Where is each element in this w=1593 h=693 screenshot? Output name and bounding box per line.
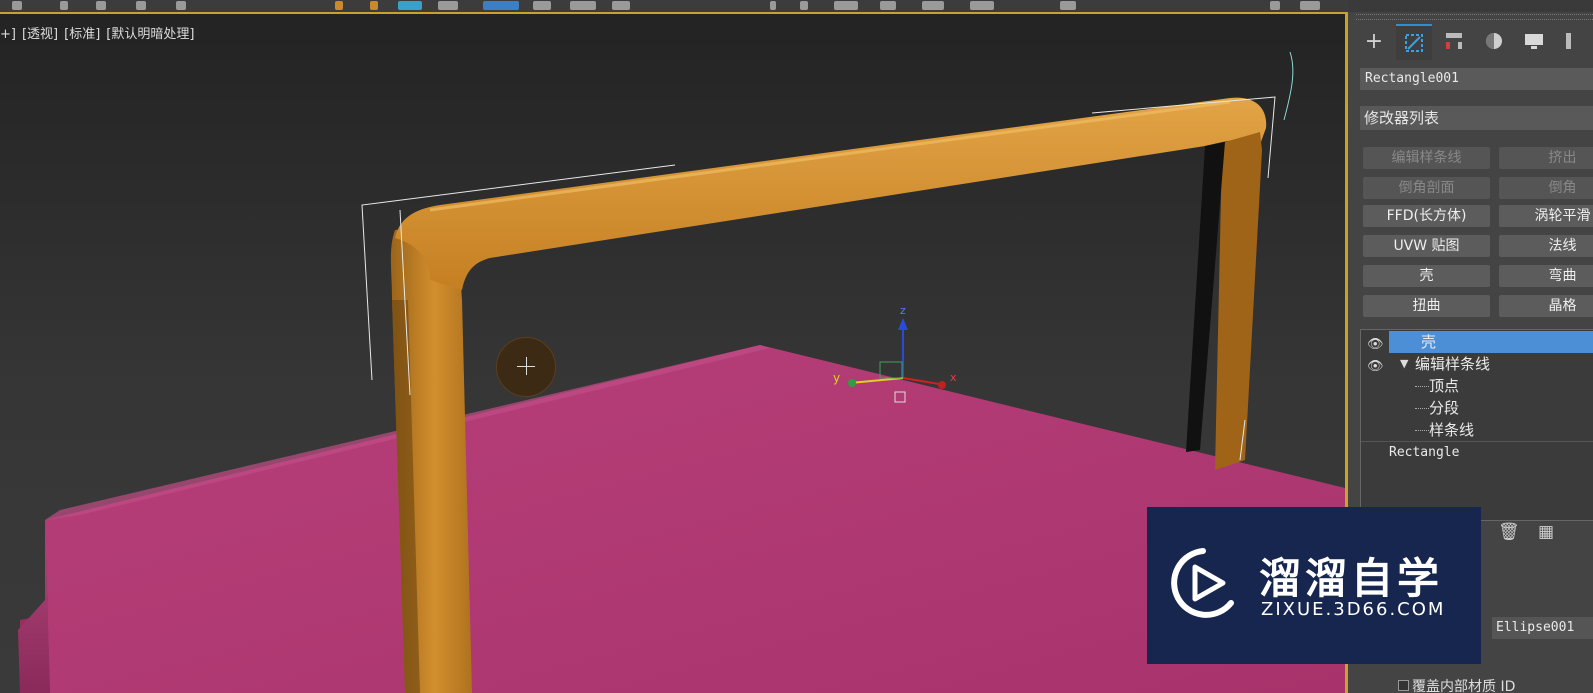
watermark-url: ZIXUE.3D66.COM xyxy=(1261,599,1446,620)
motion-icon[interactable] xyxy=(1476,24,1512,58)
cursor-highlight xyxy=(496,337,556,397)
modifier-button-uvw-map[interactable]: UVW 贴图 xyxy=(1363,235,1490,257)
toolbar-button[interactable] xyxy=(800,1,808,10)
stack-sub-segment[interactable]: 分段 xyxy=(1361,397,1593,419)
toolbar-button[interactable] xyxy=(398,1,422,10)
modifier-button-ffd-box[interactable]: FFD(长方体) xyxy=(1363,205,1490,227)
toolbar-button[interactable] xyxy=(834,1,858,10)
watermark-logo: 溜溜自学 ZIXUE.3D66.COM xyxy=(1147,507,1481,664)
play-logo-icon xyxy=(1171,548,1234,618)
modify-icon[interactable] xyxy=(1396,24,1432,60)
modifier-stack: 👁 壳 👁 ▼ 编辑样条线 顶点 分段 样条线 Rectangle xyxy=(1360,329,1593,521)
toolbar-button[interactable] xyxy=(1270,1,1280,10)
panel-grip[interactable] xyxy=(1356,14,1593,20)
modifier-button-lattice[interactable]: 晶格 xyxy=(1499,295,1593,317)
modifier-button-turbosmooth[interactable]: 涡轮平滑 xyxy=(1499,205,1593,227)
toolbar-button[interactable] xyxy=(880,1,896,10)
watermark-brand: 溜溜自学 xyxy=(1259,554,1444,603)
handle-right-leg[interactable] xyxy=(1186,132,1262,470)
gizmo-y-label: y xyxy=(833,371,841,385)
modifier-button-extrude[interactable]: 挤出 xyxy=(1499,147,1593,169)
toolbar-button[interactable] xyxy=(60,1,68,10)
toolbar-button[interactable] xyxy=(136,1,146,10)
toolbar-button[interactable] xyxy=(922,1,944,10)
display-icon[interactable] xyxy=(1516,24,1552,58)
expand-arrow-icon[interactable]: ▼ xyxy=(1400,353,1408,375)
create-plus-icon[interactable]: + xyxy=(1356,24,1392,58)
toolbar-button[interactable] xyxy=(612,1,630,10)
modifier-button-bevel[interactable]: 倒角 xyxy=(1499,177,1593,199)
handle-left-leg[interactable] xyxy=(390,228,478,693)
stack-sub-spline[interactable]: 样条线 xyxy=(1361,419,1593,441)
toolbar-button[interactable] xyxy=(176,1,186,10)
modifier-list-dropdown[interactable]: 修改器列表 xyxy=(1360,106,1593,130)
toolbar-button[interactable] xyxy=(1300,1,1320,10)
basket-base-box[interactable] xyxy=(18,345,1345,693)
toolbar-button[interactable] xyxy=(335,1,343,10)
toolbar-button[interactable] xyxy=(438,1,458,10)
stack-item-edit-spline[interactable]: 👁 ▼ 编辑样条线 xyxy=(1361,353,1593,375)
modifier-button-shell[interactable]: 壳 xyxy=(1363,265,1490,287)
configure-sets-icon[interactable]: ▦ xyxy=(1538,522,1554,542)
modifier-button-bevel-profile[interactable]: 倒角剖面 xyxy=(1363,177,1490,199)
modifier-button-edit-spline[interactable]: 编辑样条线 xyxy=(1363,147,1490,169)
handle-top-bar[interactable] xyxy=(395,97,1267,290)
select-tool-button[interactable] xyxy=(483,1,519,10)
modifier-button-normal[interactable]: 法线 xyxy=(1499,235,1593,257)
toolbar-button[interactable] xyxy=(12,1,22,10)
ellipse-object-field[interactable]: Ellipse001 xyxy=(1492,617,1593,639)
toolbar-button[interactable] xyxy=(570,1,596,10)
hierarchy-icon[interactable] xyxy=(1436,24,1472,58)
modifier-button-twist[interactable]: 扭曲 xyxy=(1363,295,1490,317)
gizmo-z-label: z xyxy=(900,304,906,317)
perspective-viewport[interactable]: +] [透视] [标准] [默认明暗处理] z y x xyxy=(0,14,1348,693)
toolbar-button[interactable] xyxy=(533,1,551,10)
toolbar-button[interactable] xyxy=(96,1,106,10)
stack-item-rectangle[interactable]: Rectangle xyxy=(1361,442,1593,464)
scene-render xyxy=(18,51,1345,693)
toolbar-button[interactable] xyxy=(370,1,378,10)
override-material-label: 覆盖内部材质 ID xyxy=(1412,679,1516,693)
toolbar-button[interactable] xyxy=(770,1,776,10)
stack-sub-vertex[interactable]: 顶点 xyxy=(1361,375,1593,397)
trash-icon[interactable]: 🗑 xyxy=(1498,522,1520,542)
stack-item-shell[interactable]: 👁 壳 xyxy=(1361,331,1593,353)
override-material-checkbox[interactable] xyxy=(1398,680,1409,691)
utilities-icon[interactable] xyxy=(1556,24,1592,58)
gizmo-x-label: x xyxy=(950,371,957,384)
toolbar-button[interactable] xyxy=(1060,1,1076,10)
toolbar-button[interactable] xyxy=(970,1,994,10)
modifier-button-bend[interactable]: 弯曲 xyxy=(1499,265,1593,287)
object-name-field[interactable]: Rectangle001 xyxy=(1360,68,1593,90)
